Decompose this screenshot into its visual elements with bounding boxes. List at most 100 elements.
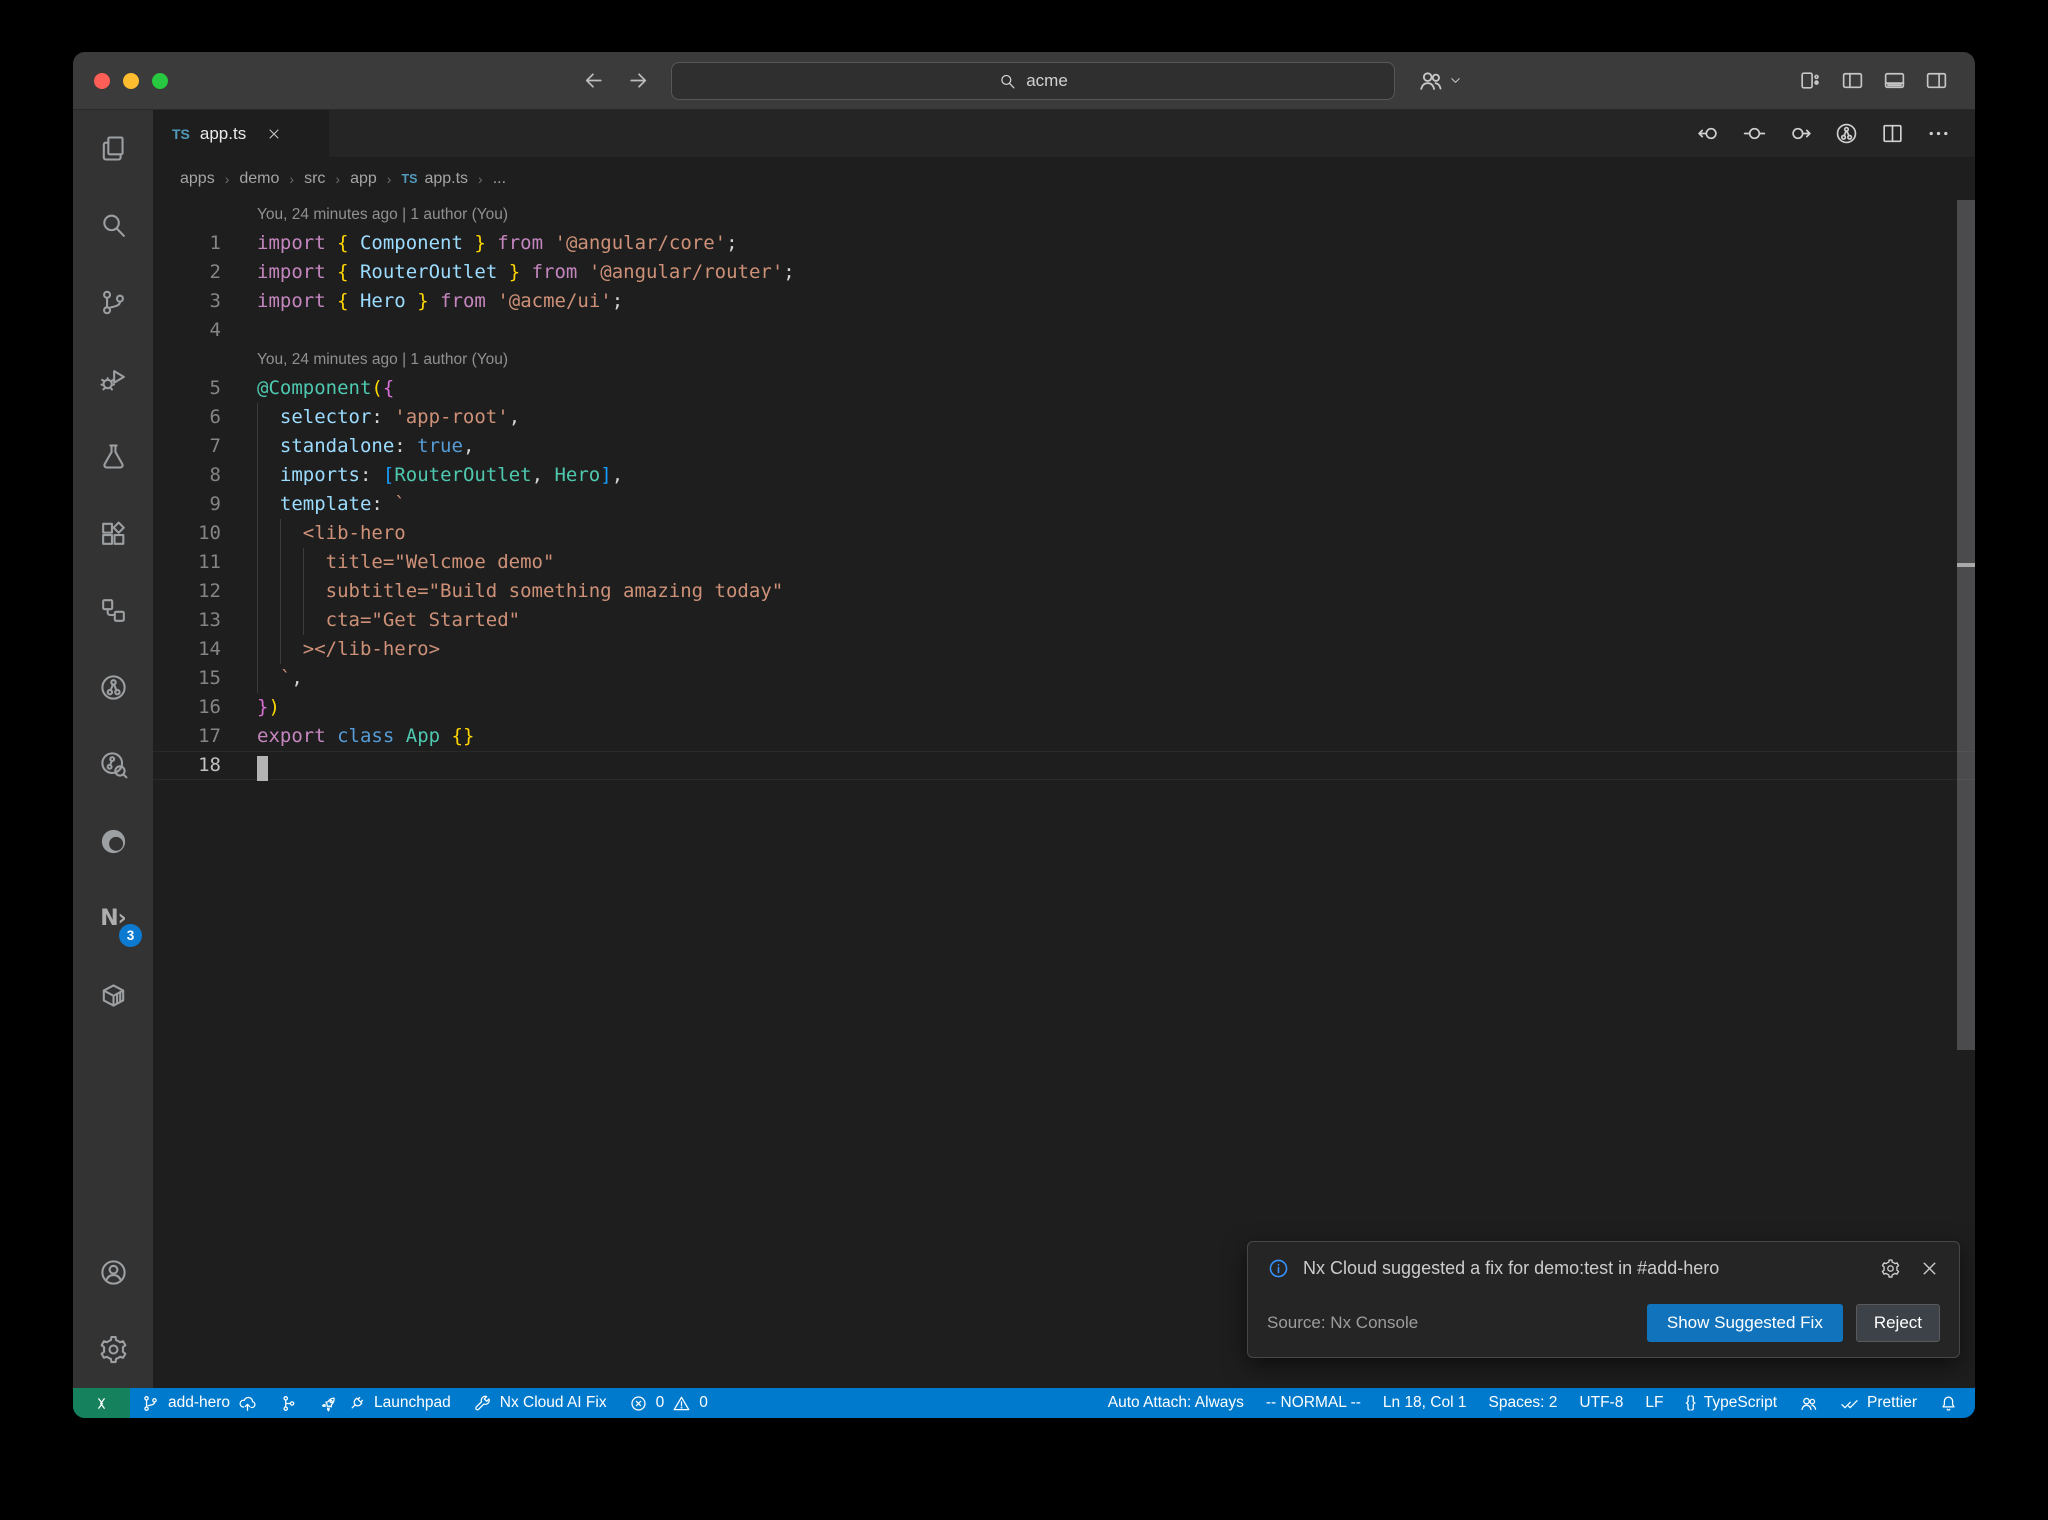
minimize-window-button[interactable] <box>123 72 139 89</box>
back-arrow-icon[interactable] <box>581 68 606 93</box>
search-icon <box>98 210 129 241</box>
status-language-mode[interactable]: {} TypeScript <box>1674 1388 1788 1418</box>
indent-guide <box>280 519 281 664</box>
status-prettier[interactable]: Prettier <box>1829 1388 1928 1418</box>
forward-arrow-icon[interactable] <box>626 68 651 93</box>
tab-app-ts[interactable]: TS app.ts <box>153 110 329 157</box>
overview-ruler-marker <box>1957 563 1975 567</box>
notification-close-icon[interactable] <box>1919 1258 1940 1279</box>
activity-item-container[interactable] <box>73 957 153 1034</box>
status-text: -- NORMAL -- <box>1265 1394 1361 1411</box>
extensions-icon <box>98 518 129 549</box>
activity-item-graph-search[interactable] <box>73 726 153 803</box>
plug-icon <box>347 1394 366 1413</box>
activity-item-nx[interactable]: N› 3 <box>73 880 153 957</box>
customize-layout-icon[interactable] <box>1798 68 1823 93</box>
history-nav <box>581 68 651 93</box>
split-editor-icon[interactable] <box>1880 121 1905 146</box>
activity-bar: N› 3 <box>73 110 153 1388</box>
nav-current-icon[interactable] <box>1742 121 1767 146</box>
activity-item-graph-circle[interactable] <box>73 649 153 726</box>
breadcrumb-item[interactable]: demo <box>239 170 279 188</box>
status-git-graph[interactable] <box>268 1388 309 1418</box>
breadcrumb-item[interactable]: TS app.ts <box>401 170 468 188</box>
edge-icon <box>98 826 129 857</box>
zoom-window-button[interactable] <box>152 72 168 89</box>
remote-explorer-icon <box>98 595 129 626</box>
ellipsis-icon[interactable] <box>1926 121 1951 146</box>
activity-item-edge[interactable] <box>73 803 153 880</box>
activity-item-account[interactable] <box>73 1234 153 1311</box>
status-text: Ln 18, Col 1 <box>1382 1394 1467 1411</box>
status-encoding[interactable]: UTF-8 <box>1568 1388 1634 1418</box>
status-text: TypeScript <box>1703 1394 1778 1411</box>
close-window-button[interactable] <box>94 72 110 89</box>
status-auto-attach[interactable]: Auto Attach: Always <box>1097 1388 1255 1418</box>
status-cursor-position[interactable]: Ln 18, Col 1 <box>1372 1388 1478 1418</box>
code-line: 18 <box>153 751 1975 781</box>
layout-panel-icon[interactable] <box>1882 68 1907 93</box>
activity-item-files[interactable] <box>73 110 153 187</box>
status-nx-cloud-ai-fix[interactable]: Nx Cloud AI Fix <box>462 1388 618 1418</box>
breadcrumb-item[interactable]: app <box>350 170 377 188</box>
status-text: Launchpad <box>374 1394 451 1411</box>
chevron-down-icon <box>1448 73 1463 88</box>
blame-annotation: You, 24 minutes ago | 1 author (You) <box>257 206 509 223</box>
activity-item-testing[interactable] <box>73 418 153 495</box>
close-tab-icon[interactable] <box>266 126 282 142</box>
nav-back-icon[interactable] <box>1696 121 1721 146</box>
activity-item-source-control[interactable] <box>73 264 153 341</box>
notification-toast: Nx Cloud suggested a fix for demo:test i… <box>1247 1241 1960 1358</box>
code-line: 7 standalone: true, <box>209 435 475 457</box>
notification-source: Source: Nx Console <box>1267 1313 1419 1332</box>
search-icon <box>998 72 1017 91</box>
activity-item-gear[interactable] <box>73 1311 153 1388</box>
breadcrumb-item[interactable]: apps <box>180 170 215 188</box>
scrollbar-thumb[interactable] <box>1957 200 1975 1050</box>
activity-item-extensions[interactable] <box>73 495 153 572</box>
command-center-search[interactable]: acme <box>671 62 1395 100</box>
status-text: 0 <box>699 1394 708 1411</box>
code-line: 2 import { RouterOutlet } from '@angular/… <box>209 261 795 283</box>
activity-item-search[interactable] <box>73 187 153 264</box>
layout-sidebar-right-icon[interactable] <box>1924 68 1949 93</box>
show-suggested-fix-button[interactable]: Show Suggested Fix <box>1646 1304 1843 1342</box>
wrench-icon <box>473 1394 492 1413</box>
activity-item-remote-explorer[interactable] <box>73 572 153 649</box>
code-line: 16}) <box>198 696 280 718</box>
status-accounts[interactable] <box>1788 1388 1829 1418</box>
status-git-branch[interactable]: add-hero <box>130 1388 268 1418</box>
layout-sidebar-icon[interactable] <box>1840 68 1865 93</box>
activity-item-debug[interactable] <box>73 341 153 418</box>
code-line: 11 title="Welcmoe demo" <box>198 551 555 573</box>
breadcrumb-separator: › <box>386 170 392 187</box>
account-icon <box>98 1257 129 1288</box>
status-remote-indicator[interactable] <box>73 1388 130 1418</box>
reject-button[interactable]: Reject <box>1855 1304 1940 1342</box>
code-editor[interactable]: You, 24 minutes ago | 1 author (You) 1 imp… <box>153 200 1975 1388</box>
info-icon <box>1267 1257 1290 1280</box>
breadcrumb-item[interactable]: ... <box>493 170 506 188</box>
nav-forward-icon[interactable] <box>1788 121 1813 146</box>
status-problems[interactable]: 00 <box>618 1388 719 1418</box>
status-text: LF <box>1645 1394 1664 1411</box>
status-right: Auto Attach: Always -- NORMAL -- Ln 18, Co… <box>1097 1388 1975 1418</box>
code-line: 14 ></lib-hero> <box>198 638 441 660</box>
code-line: 9 template: ` <box>209 493 406 515</box>
status-indentation[interactable]: Spaces: 2 <box>1477 1388 1568 1418</box>
breadcrumb-item[interactable]: src <box>304 170 325 188</box>
editor-actions <box>1696 110 1975 157</box>
blame-annotation: You, 24 minutes ago | 1 author (You) <box>257 351 509 368</box>
layout-controls <box>1798 68 1949 93</box>
status-vim-mode[interactable]: -- NORMAL -- <box>1255 1388 1372 1418</box>
status-eol[interactable]: LF <box>1634 1388 1674 1418</box>
status-notifications-bell[interactable] <box>1928 1388 1969 1418</box>
status-launchpad[interactable]: Launchpad <box>309 1388 462 1418</box>
profiles-control[interactable] <box>1417 67 1463 94</box>
notification-settings-gear-icon[interactable] <box>1880 1258 1901 1279</box>
git-graph-icon <box>279 1394 298 1413</box>
graph-circle-icon[interactable] <box>1834 121 1859 146</box>
breadcrumb-separator: › <box>224 170 230 187</box>
code-line: 6 selector: 'app-root', <box>209 406 521 428</box>
cloud-upload-icon <box>238 1394 257 1413</box>
